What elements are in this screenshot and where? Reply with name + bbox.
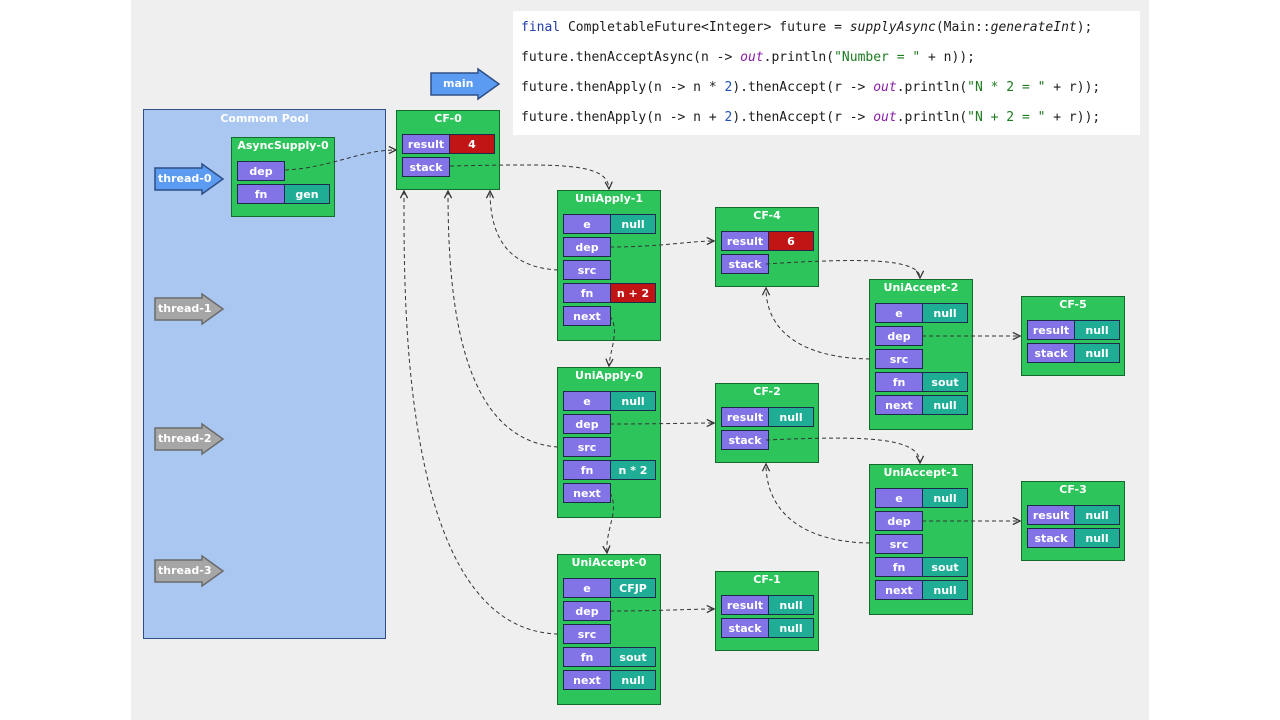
node-title: CF-0 (434, 112, 462, 125)
node-title: UniApply-0 (575, 369, 643, 382)
node-title: UniApply-1 (575, 192, 643, 205)
next-value: null (922, 580, 968, 600)
fn-value: sout (922, 557, 968, 577)
fn-value: sout (610, 647, 656, 667)
fn-field: fn (875, 372, 923, 392)
src-field: src (563, 260, 611, 280)
stack-value: null (768, 618, 814, 638)
src-field: src (563, 437, 611, 457)
node-title: CF-3 (1059, 483, 1087, 496)
stack-field: stack (1027, 528, 1075, 548)
result-field: result (1027, 320, 1075, 340)
result-value: null (1074, 320, 1120, 340)
fn-field: fn (563, 283, 611, 303)
node-title: UniAccept-0 (571, 556, 647, 569)
e-field: e (563, 578, 611, 598)
async-supply-0-node: AsyncSupply-0 dep fn gen (231, 137, 335, 217)
uni-accept-2-node: UniAccept-2 e null dep src fn sout next … (869, 279, 973, 430)
uni-accept-0-node: UniAccept-0 e CFJP dep src fn sout next … (557, 554, 661, 705)
src-field: src (875, 534, 923, 554)
e-value: null (922, 488, 968, 508)
result-field: result (721, 595, 769, 615)
result-value: null (1074, 505, 1120, 525)
thread-3-label: thread-3 (158, 564, 212, 577)
node-title: CF-4 (753, 209, 781, 222)
next-field: next (563, 306, 611, 326)
fn-value: n * 2 (610, 460, 656, 480)
stack-field: stack (721, 430, 769, 450)
node-title: UniAccept-1 (883, 466, 959, 479)
cf-0-node: CF-0 result 4 stack (396, 110, 500, 190)
e-field: e (563, 391, 611, 411)
uni-apply-1-node: UniApply-1 e null dep src fn n + 2 next (557, 190, 661, 341)
next-field: next (563, 483, 611, 503)
dep-field: dep (563, 237, 611, 257)
next-field: next (875, 395, 923, 415)
cf-2-node: CF-2 result null stack (715, 383, 819, 463)
node-title: UniAccept-2 (883, 281, 959, 294)
e-field: e (875, 488, 923, 508)
stack-value: null (1074, 528, 1120, 548)
main-label: main (443, 77, 474, 90)
node-title: CF-1 (753, 573, 781, 586)
node-title: AsyncSupply-0 (237, 139, 329, 152)
result-field: result (721, 231, 769, 251)
dep-field: dep (563, 601, 611, 621)
result-value: null (768, 595, 814, 615)
dep-field: dep (875, 511, 923, 531)
fn-value: gen (284, 184, 330, 204)
result-field: result (721, 407, 769, 427)
stack-field: stack (721, 254, 769, 274)
thread-0-label: thread-0 (158, 172, 212, 185)
fn-field: fn (563, 647, 611, 667)
dep-field: dep (237, 161, 285, 181)
node-title: CF-2 (753, 385, 781, 398)
node-title: CF-5 (1059, 298, 1087, 311)
uni-accept-1-node: UniAccept-1 e null dep src fn sout next … (869, 464, 973, 615)
fn-value: sout (922, 372, 968, 392)
fn-field: fn (563, 460, 611, 480)
e-field: e (875, 303, 923, 323)
result-value: 4 (449, 134, 495, 154)
uni-apply-0-node: UniApply-0 e null dep src fn n * 2 next (557, 367, 661, 518)
cf-3-node: CF-3 result null stack null (1021, 481, 1125, 561)
fn-field: fn (237, 184, 285, 204)
fn-field: fn (875, 557, 923, 577)
result-value: 6 (768, 231, 814, 251)
e-field: e (563, 214, 611, 234)
thread-2-label: thread-2 (158, 432, 212, 445)
dep-field: dep (563, 414, 611, 434)
next-value: null (610, 670, 656, 690)
next-field: next (563, 670, 611, 690)
result-field: result (402, 134, 450, 154)
dep-field: dep (875, 326, 923, 346)
fn-value: n + 2 (610, 283, 656, 303)
next-field: next (875, 580, 923, 600)
stack-value: null (1074, 343, 1120, 363)
thread-1-label: thread-1 (158, 302, 212, 315)
next-value: null (922, 395, 968, 415)
cf-5-node: CF-5 result null stack null (1021, 296, 1125, 376)
src-field: src (875, 349, 923, 369)
result-value: null (768, 407, 814, 427)
e-value: null (610, 391, 656, 411)
cf-4-node: CF-4 result 6 stack (715, 207, 819, 287)
src-field: src (563, 624, 611, 644)
stack-field: stack (1027, 343, 1075, 363)
result-field: result (1027, 505, 1075, 525)
stack-field: stack (721, 618, 769, 638)
stack-field: stack (402, 157, 450, 177)
e-value: null (922, 303, 968, 323)
e-value: null (610, 214, 656, 234)
e-value: CFJP (610, 578, 656, 598)
cf-1-node: CF-1 result null stack null (715, 571, 819, 651)
